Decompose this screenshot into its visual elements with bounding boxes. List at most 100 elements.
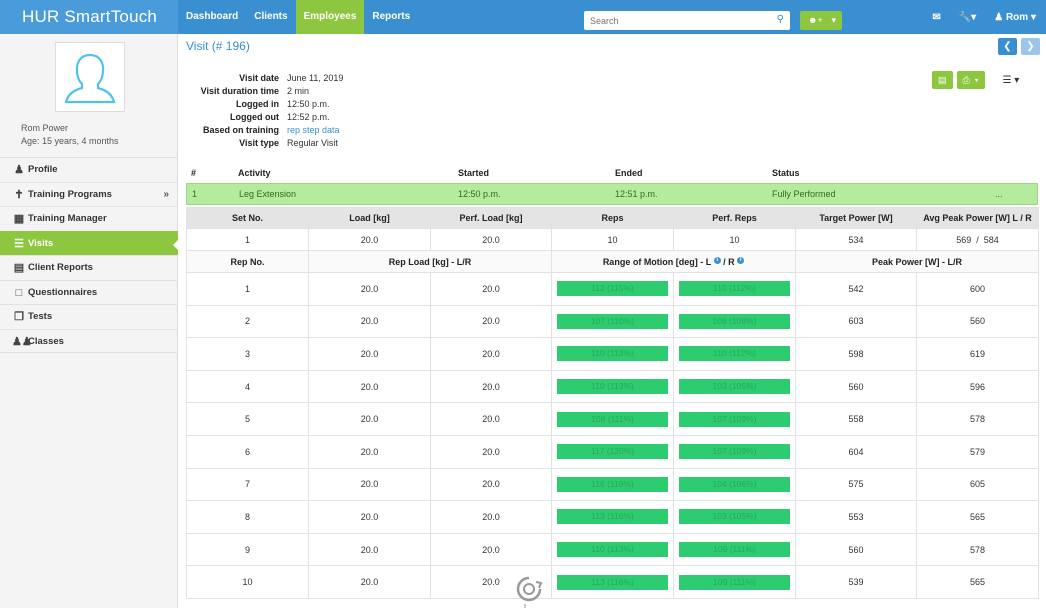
rom-right-bar: 103 (105%): [679, 379, 790, 395]
rep-load-left: 20.0: [308, 402, 431, 436]
rom-left-bar: 110 (113%): [557, 346, 668, 362]
col-status: Status: [772, 168, 800, 178]
sidebar-item-client-reports[interactable]: ▤ Client Reports: [0, 255, 178, 280]
based-on-training-row: Based on training rep step data: [186, 124, 486, 137]
set-table-header: Set No. Load [kg] Perf. Load [kg] Reps P…: [186, 207, 1039, 229]
user-icon: ♟: [994, 11, 1004, 23]
rom-left-bar: 116 (119%): [557, 476, 668, 492]
table-row: 4 20.0 20.0 110 (113%) 103 (105%) 560 596: [186, 369, 1039, 404]
visit-date-value: June 11, 2019: [287, 73, 344, 83]
rep-load-left: 20.0: [308, 272, 431, 306]
peak-power-left: 558: [795, 402, 917, 436]
rom-right-cell: 103 (105%): [673, 369, 796, 404]
rom-left-bar: 112 (115%): [557, 281, 668, 297]
user-name: Rom: [1005, 11, 1029, 23]
sidebar-item-training-manager[interactable]: ▦ Training Manager: [0, 206, 178, 231]
table-row: 8 20.0 20.0 113 (116%) 103 (105%) 553 565: [186, 500, 1039, 534]
rep-load-right: 20.0: [430, 337, 552, 371]
info-icon[interactable]: i: [737, 256, 745, 264]
next-visit-button[interactable]: ❯: [1021, 38, 1040, 55]
add-user-button[interactable]: ☻+ ▾: [800, 11, 842, 30]
visit-type-value: Regular Visit: [287, 138, 338, 148]
wrench-icon[interactable]: 🔧▾: [959, 12, 976, 23]
rom-left-cell: 110 (113%): [551, 369, 674, 404]
table-row: 9 20.0 20.0 110 (113%) 109 (111%) 560 578: [186, 532, 1039, 567]
sidebar-item-label: Client Reports: [28, 262, 93, 273]
rep-load-right: 20.0: [430, 467, 552, 502]
rep-no: 9: [186, 532, 309, 567]
info-icon[interactable]: i: [713, 256, 721, 264]
print-button[interactable]: ⎙ ▾: [956, 71, 985, 89]
double-chevron-down-icon[interactable]: »: [163, 183, 169, 207]
view-options-button[interactable]: ☰ ▾: [1003, 75, 1020, 86]
rep-load-left: 20.0: [308, 337, 431, 371]
rep-no: 10: [186, 565, 309, 599]
patient-name: Rom Power: [21, 123, 69, 133]
peak-power-right: 578: [916, 402, 1039, 436]
sidebar-item-classes[interactable]: ♟♟ Classes: [0, 328, 178, 353]
sidebar-item-training-programs[interactable]: ✝ Training Programs »: [0, 181, 178, 207]
sidebar-item-profile[interactable]: ♟ Profile: [0, 157, 178, 182]
rep-load-right: 20.0: [430, 369, 552, 404]
rom-right-cell: 107 (109%): [673, 434, 796, 469]
rom-right-bar: 104 (106%): [679, 476, 790, 492]
peak-power-right: 579: [916, 434, 1039, 469]
col-peak-power: Peak Power [W] - L/R: [795, 250, 1039, 273]
col-rep-no: Rep No.: [186, 250, 309, 273]
previous-visit-button[interactable]: ❮: [998, 38, 1017, 55]
rep-no: 4: [186, 369, 309, 404]
meta-label: Visit date: [239, 73, 279, 83]
rom-right-cell: 110 (112%): [673, 337, 796, 371]
avatar: [55, 42, 125, 112]
table-row: 3 20.0 20.0 110 (113%) 110 (112%) 598 619: [186, 337, 1039, 371]
rom-right-cell: 107 (109%): [673, 402, 796, 436]
nav-employees[interactable]: Employees: [295, 0, 365, 34]
rep-load-left: 20.0: [308, 565, 431, 599]
peak-power-right: 560: [916, 304, 1039, 339]
rom-right-bar: 109 (111%): [679, 574, 790, 590]
sidebar-item-visits[interactable]: ☰ Visits: [0, 230, 179, 255]
peak-power-left: 542: [795, 272, 917, 306]
rom-right-cell: 110 (112%): [673, 272, 796, 306]
sidebar-item-label: Visits: [28, 237, 54, 249]
brand-logo[interactable]: HUR SmartTouch: [0, 0, 178, 34]
training-link[interactable]: rep step data: [287, 124, 340, 137]
set-avg-peak-power: 569 / 584: [916, 228, 1039, 251]
rep-no: 2: [186, 304, 309, 339]
search-input[interactable]: [584, 11, 764, 30]
mail-icon[interactable]: ✉: [932, 12, 940, 23]
patient-age: Age: 15 years, 4 months: [21, 136, 119, 146]
table-row: 7 20.0 20.0 116 (119%) 104 (106%) 575 605: [186, 467, 1039, 502]
sidebar-item-questionnaires[interactable]: □ Questionnaires: [0, 279, 178, 305]
rom-right-bar: 110 (112%): [679, 346, 790, 362]
chevron-down-icon: ▾: [974, 75, 979, 85]
logged-in-value: 12:50 p.m.: [287, 99, 330, 109]
activity-row[interactable]: 1 Leg Extension 12:50 p.m. 12:51 p.m. Fu…: [186, 183, 1038, 205]
meta-label: Logged in: [236, 99, 279, 109]
activity-name: Leg Extension: [239, 189, 297, 199]
rom-left-cell: 107 (110%): [551, 304, 674, 339]
peak-power-left: 604: [795, 434, 917, 469]
col-load: Load [kg]: [308, 207, 431, 229]
top-right-tools: ✉ 🔧▾ ♟ Rom ▾: [932, 0, 1036, 34]
rep-load-left: 20.0: [308, 467, 431, 502]
rep-no: 6: [186, 434, 309, 469]
user-menu[interactable]: ♟ Rom ▾: [994, 12, 1036, 23]
activity-status: Fully Performed: [772, 189, 836, 199]
rom-left-cell: 112 (115%): [551, 272, 674, 306]
search-icon[interactable]: ⚲: [777, 14, 784, 25]
sidebar-item-tests[interactable]: ❐ Tests: [0, 304, 178, 329]
rep-no: 7: [186, 467, 309, 502]
nav-clients[interactable]: Clients: [246, 0, 295, 34]
export-button[interactable]: ▤: [932, 71, 953, 89]
rep-rows: 1 20.0 20.0 112 (115%) 110 (112%) 542 600 2 20.0…: [186, 272, 1039, 599]
more-options-button[interactable]: ...: [995, 184, 1003, 205]
nav-dashboard[interactable]: Dashboard: [178, 0, 246, 34]
table-row: 2 20.0 20.0 107 (110%) 106 (108%) 603 560: [186, 304, 1039, 339]
logged-out-value: 12:52 p.m.: [287, 112, 330, 122]
rom-left-bar: 108 (111%): [557, 411, 668, 427]
chevron-down-icon: ▾: [831, 15, 836, 25]
nav-reports[interactable]: Reports: [364, 0, 418, 34]
search-box: ⚲: [584, 11, 790, 30]
logged-in-row: Logged in 12:50 p.m.: [186, 98, 486, 111]
